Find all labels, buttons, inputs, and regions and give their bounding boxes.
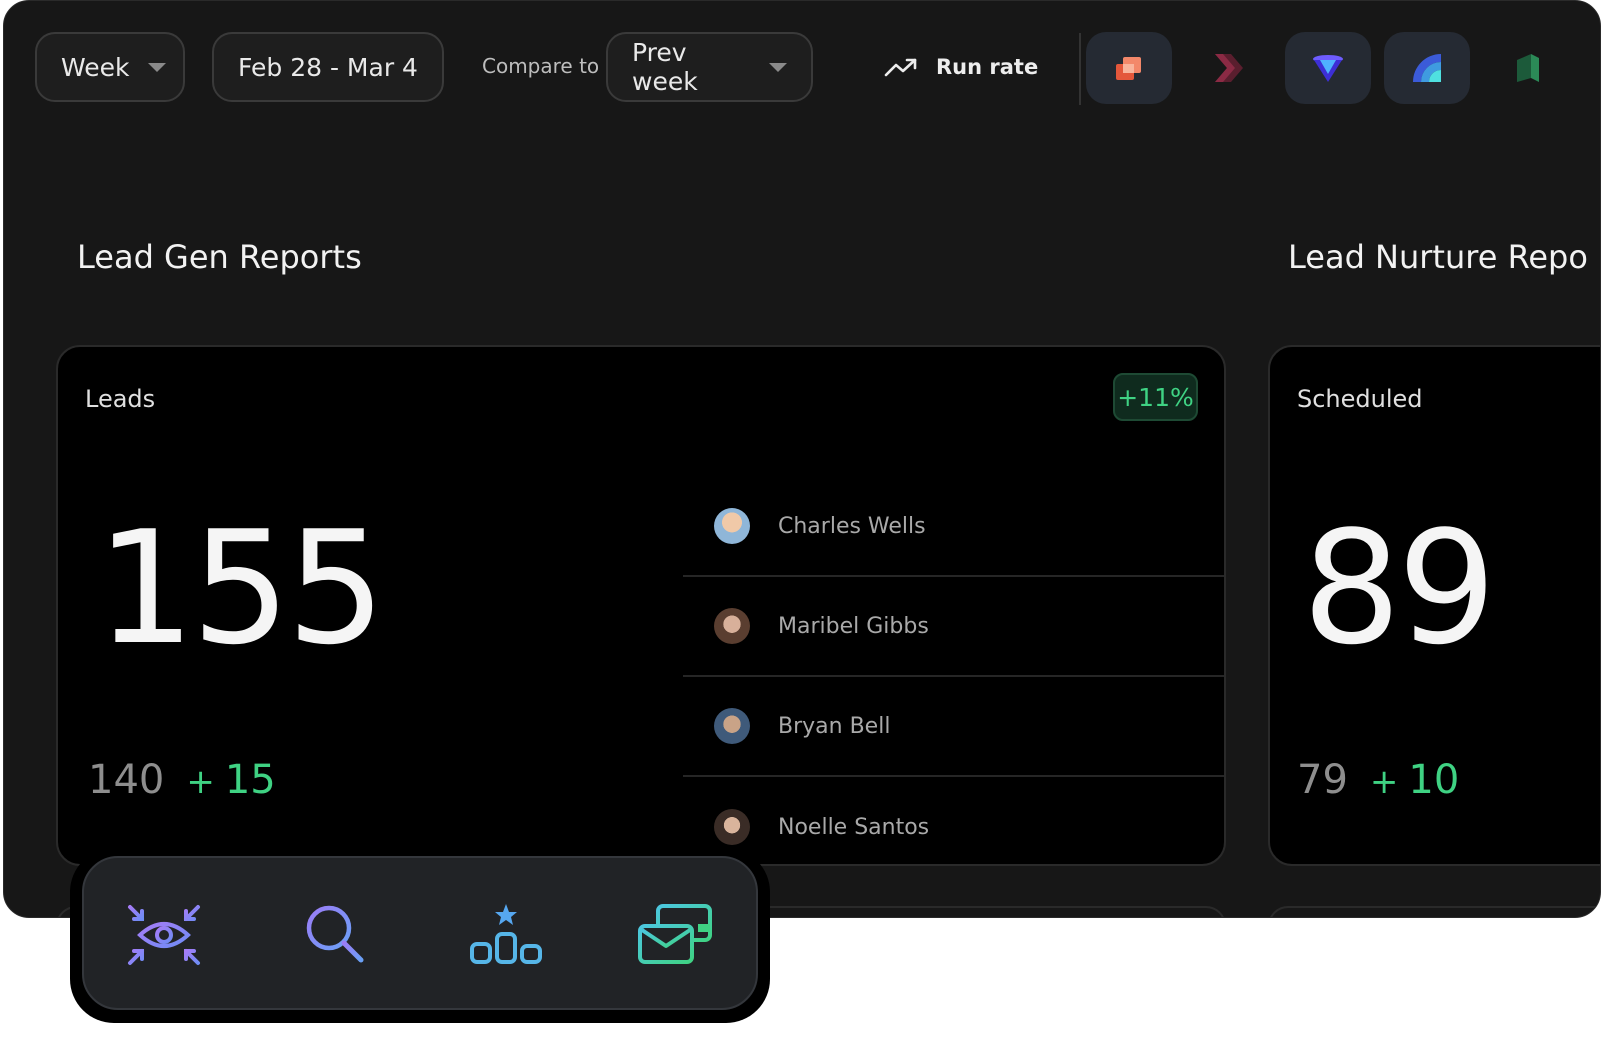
chevron-app-icon[interactable] — [1186, 32, 1272, 104]
compare-value: Prev week — [632, 38, 698, 96]
list-item[interactable]: Noelle Santos — [683, 777, 1224, 864]
plus-sign: + — [186, 762, 215, 802]
lead-nurture-title: Lead Nurture Repo — [1288, 238, 1588, 276]
growth-badge: +11% — [1113, 373, 1198, 421]
leaderboard-icon[interactable] — [466, 900, 546, 970]
avatar — [714, 608, 750, 644]
next-card — [1268, 906, 1600, 917]
person-name: Charles Wells — [778, 513, 926, 539]
leads-card[interactable]: Leads +11% 155 140 +15 Charles Wells Mari… — [56, 345, 1226, 866]
avatar — [714, 809, 750, 845]
leads-value: 155 — [96, 497, 386, 679]
book-app-icon[interactable] — [1484, 32, 1570, 104]
chevron-down-icon — [769, 62, 787, 72]
run-rate-label: Run rate — [936, 55, 1039, 79]
toolbar-divider — [1079, 33, 1081, 105]
scheduled-comparison: 79 +10 — [1297, 757, 1459, 803]
lead-owner-list: Charles Wells Maribel Gibbs Bryan Bell N… — [683, 477, 1224, 864]
list-item[interactable]: Maribel Gibbs — [683, 577, 1224, 677]
avatar — [714, 708, 750, 744]
date-range-picker[interactable]: Feb 28 - Mar 4 — [212, 32, 444, 102]
focus-eye-icon[interactable] — [124, 900, 204, 970]
stack-app-icon[interactable] — [1086, 32, 1172, 104]
email-cards-icon[interactable] — [636, 900, 716, 970]
person-name: Bryan Bell — [778, 713, 891, 739]
scheduled-card[interactable]: Scheduled 89 79 +10 — [1268, 345, 1600, 866]
trend-up-icon — [884, 58, 917, 77]
previous-value: 79 — [1297, 757, 1348, 803]
list-item[interactable]: Bryan Bell — [683, 677, 1224, 777]
delta-value: 15 — [224, 757, 276, 803]
app-window: Week Feb 28 - Mar 4 Compare to Prev week… — [3, 0, 1601, 918]
period-label: Week — [61, 52, 130, 82]
rainbow-app-icon[interactable] — [1384, 32, 1470, 104]
delta-value: 10 — [1408, 757, 1460, 803]
feature-dock — [70, 848, 770, 1023]
chevron-down-icon — [147, 62, 166, 72]
dock-panel — [82, 856, 758, 1010]
list-item[interactable]: Charles Wells — [683, 477, 1224, 577]
previous-value: 140 — [88, 757, 165, 803]
compare-dropdown[interactable]: Prev week — [606, 32, 813, 102]
run-rate-toggle[interactable]: Run rate — [884, 45, 1038, 89]
scheduled-value: 89 — [1302, 497, 1497, 679]
lead-gen-title: Lead Gen Reports — [77, 238, 362, 276]
person-name: Maribel Gibbs — [778, 613, 929, 639]
plus-sign: + — [1369, 762, 1399, 802]
analytics-search-icon[interactable] — [296, 900, 376, 970]
scheduled-label: Scheduled — [1297, 385, 1423, 413]
leads-comparison: 140 +15 — [88, 757, 276, 803]
period-dropdown[interactable]: Week — [35, 32, 185, 102]
compare-label: Compare to — [482, 54, 600, 78]
avatar — [714, 508, 750, 544]
leads-label: Leads — [85, 385, 156, 413]
person-name: Noelle Santos — [778, 814, 930, 840]
funnel-app-icon[interactable] — [1285, 32, 1371, 104]
date-range-label: Feb 28 - Mar 4 — [238, 52, 418, 82]
